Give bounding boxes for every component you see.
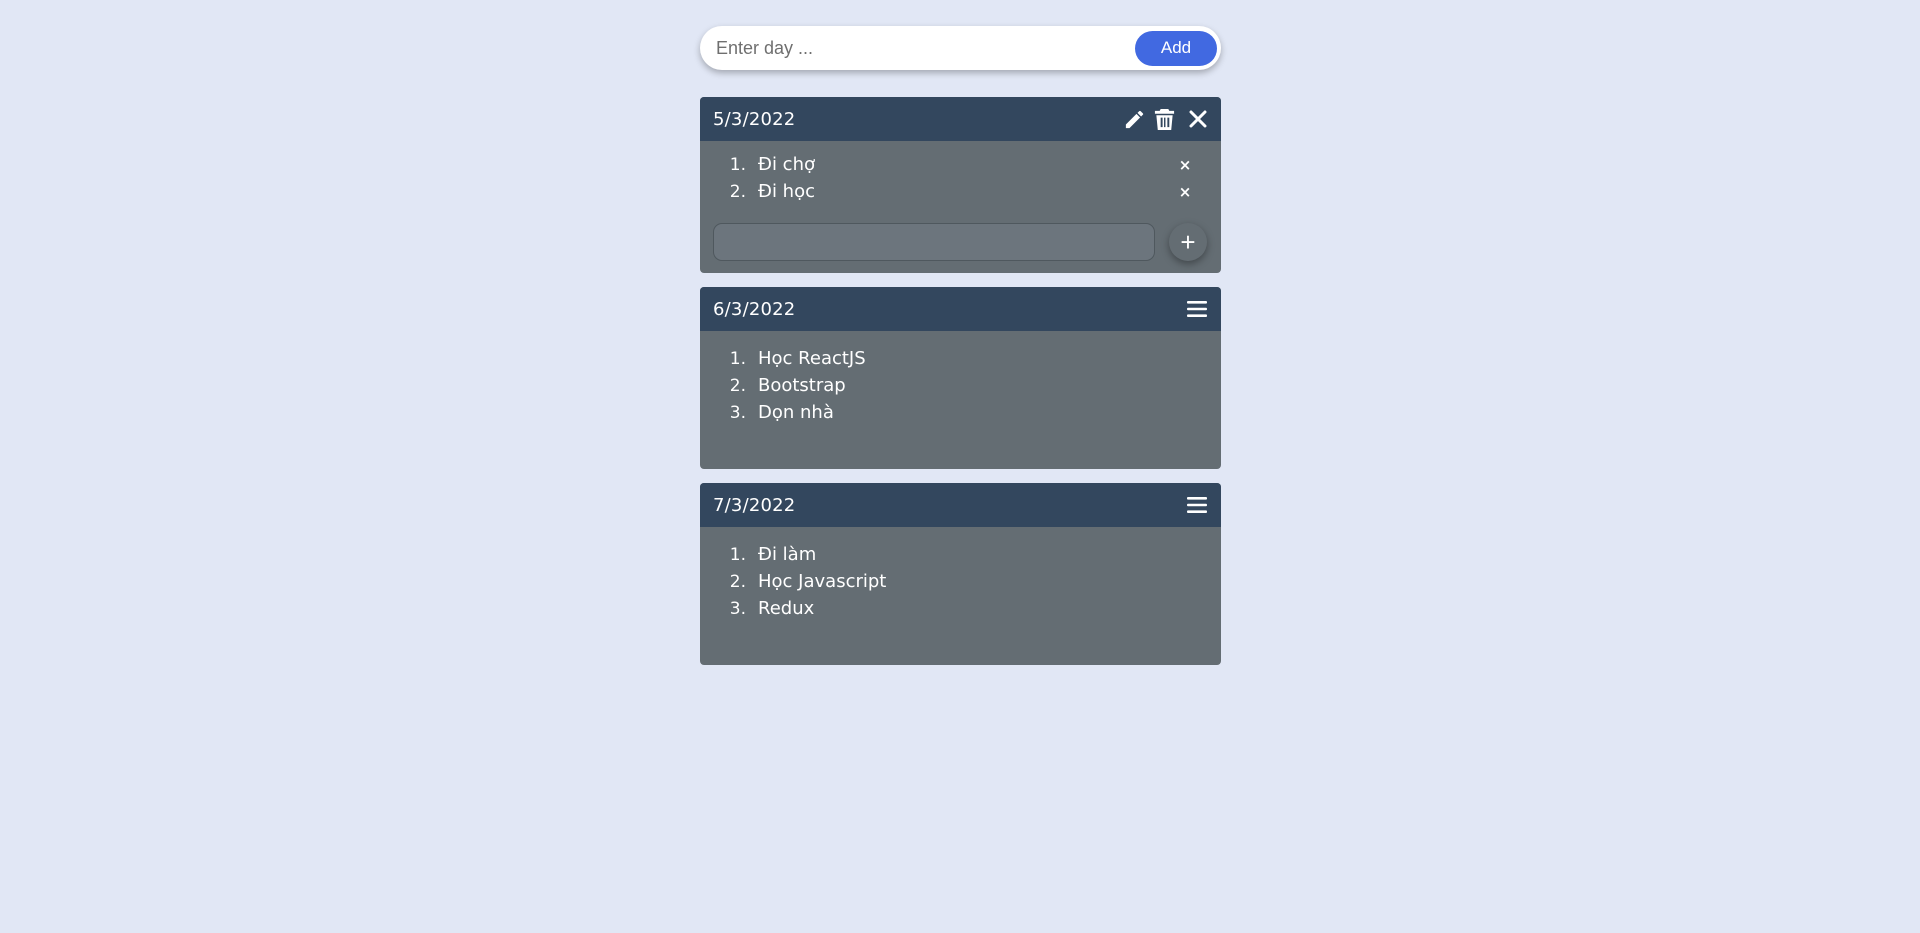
remove-item-icon[interactable]: ×: [1176, 156, 1194, 174]
card-header: 6/3/2022: [700, 287, 1221, 331]
card-date: 6/3/2022: [713, 298, 796, 320]
card-header: 7/3/2022: [700, 483, 1221, 527]
item-text: Học ReactJS: [758, 348, 866, 369]
pencil-icon[interactable]: [1123, 108, 1146, 131]
card-header: 5/3/2022: [700, 97, 1221, 141]
list-item: 1. Đi làm: [713, 541, 1208, 568]
menu-icon[interactable]: [1187, 496, 1207, 514]
item-text: Học Javascript: [758, 571, 887, 592]
item-text: Đi làm: [758, 544, 817, 565]
item-number: 2.: [729, 181, 746, 202]
card-body: 1. Học ReactJS 2. Bootstrap 3. Dọn nhà: [700, 331, 1221, 469]
day-card: 6/3/2022 1. Học ReactJS 2. Bootstrap 3. …: [700, 287, 1221, 469]
card-date: 7/3/2022: [713, 494, 796, 516]
item-number: 3.: [729, 598, 746, 619]
item-text: Dọn nhà: [758, 402, 834, 423]
todo-list: 1. Đi chợ × 2. Đi học ×: [713, 151, 1208, 205]
add-day-button[interactable]: Add: [1135, 30, 1217, 66]
list-item: 1. Học ReactJS: [713, 345, 1208, 372]
card-date: 5/3/2022: [713, 108, 796, 130]
card-body: 1. Đi chợ × 2. Đi học × +: [700, 141, 1221, 273]
day-card: 5/3/2022 1. Đi chợ × 2. Đi học × +: [700, 97, 1221, 273]
menu-icon[interactable]: [1187, 300, 1207, 318]
item-number: 2.: [729, 375, 746, 396]
app-container: Add 5/3/2022 1. Đi chợ × 2: [700, 26, 1221, 679]
list-item: 2. Đi học ×: [713, 178, 1208, 205]
item-number: 1.: [729, 154, 746, 175]
todo-list: 1. Đi làm 2. Học Javascript 3. Redux: [713, 541, 1208, 622]
remove-item-icon[interactable]: ×: [1176, 183, 1194, 201]
item-number: 1.: [729, 544, 746, 565]
add-item-row: +: [713, 223, 1208, 261]
item-number: 3.: [729, 402, 746, 423]
item-text: Đi học: [758, 181, 815, 202]
item-text: Bootstrap: [758, 375, 846, 396]
list-item: 3. Redux: [713, 595, 1208, 622]
day-card: 7/3/2022 1. Đi làm 2. Học Javascript 3. …: [700, 483, 1221, 665]
list-item: 2. Bootstrap: [713, 372, 1208, 399]
list-item: 3. Dọn nhà: [713, 399, 1208, 426]
item-text: Đi chợ: [758, 154, 815, 175]
day-input[interactable]: [700, 28, 1135, 68]
item-number: 2.: [729, 571, 746, 592]
add-item-button[interactable]: +: [1169, 223, 1207, 261]
list-item: 2. Học Javascript: [713, 568, 1208, 595]
close-icon[interactable]: [1189, 110, 1207, 128]
todo-list: 1. Học ReactJS 2. Bootstrap 3. Dọn nhà: [713, 345, 1208, 426]
add-day-form: Add: [700, 26, 1221, 70]
card-body: 1. Đi làm 2. Học Javascript 3. Redux: [700, 527, 1221, 665]
trash-icon[interactable]: [1154, 108, 1175, 131]
item-number: 1.: [729, 348, 746, 369]
new-item-input[interactable]: [713, 223, 1155, 261]
list-item: 1. Đi chợ ×: [713, 151, 1208, 178]
item-text: Redux: [758, 598, 815, 619]
